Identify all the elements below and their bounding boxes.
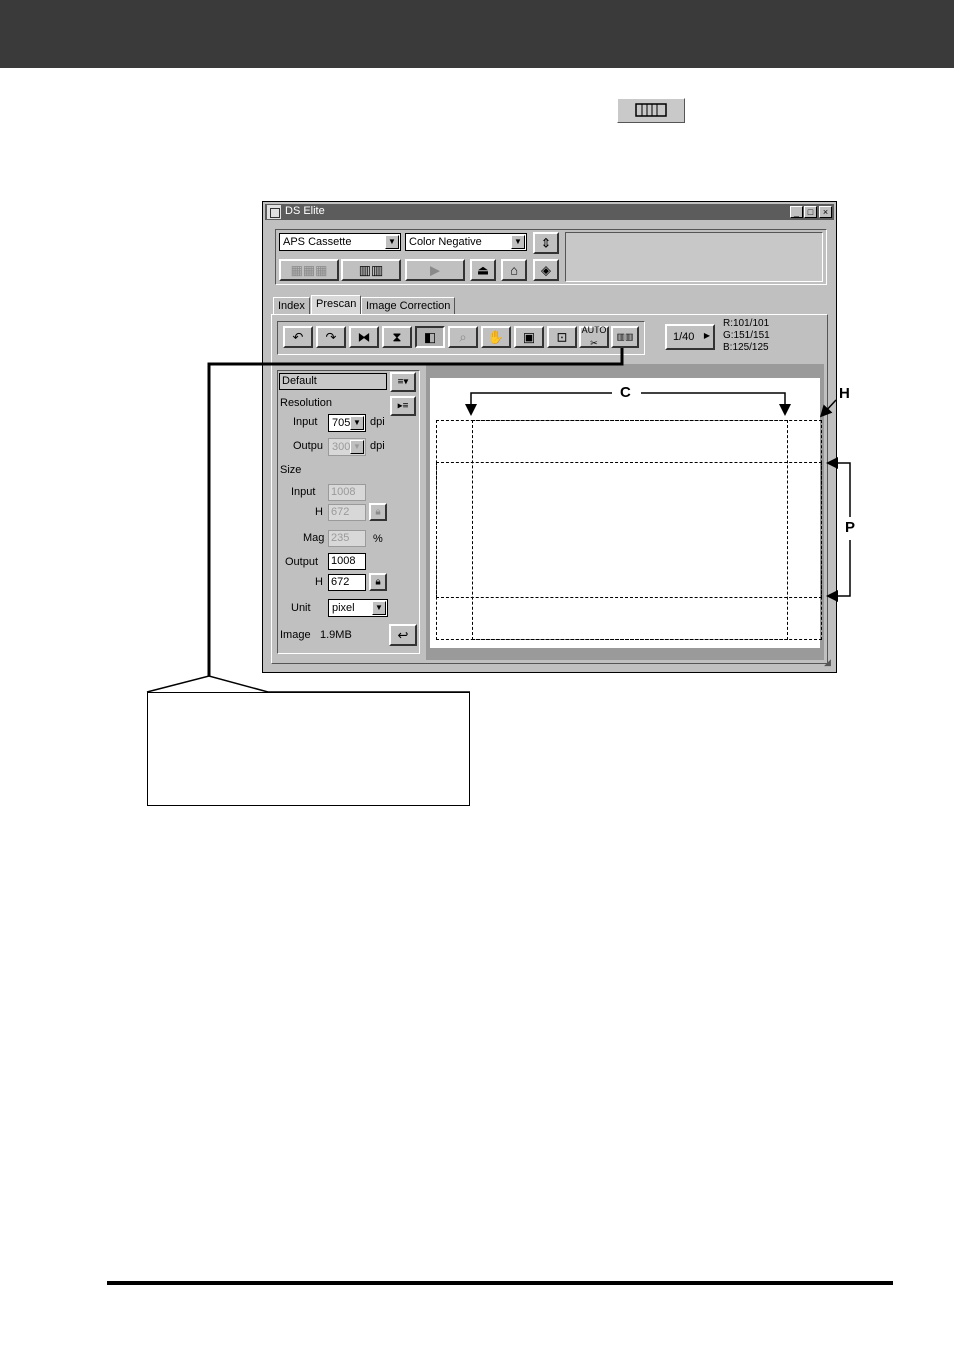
annotation-lines — [146, 348, 851, 693]
annotation-h: H — [839, 385, 850, 402]
footer-rule — [107, 1281, 893, 1285]
annotation-c: C — [620, 384, 631, 401]
annotation-p: P — [845, 519, 856, 536]
callout-box — [147, 692, 470, 806]
